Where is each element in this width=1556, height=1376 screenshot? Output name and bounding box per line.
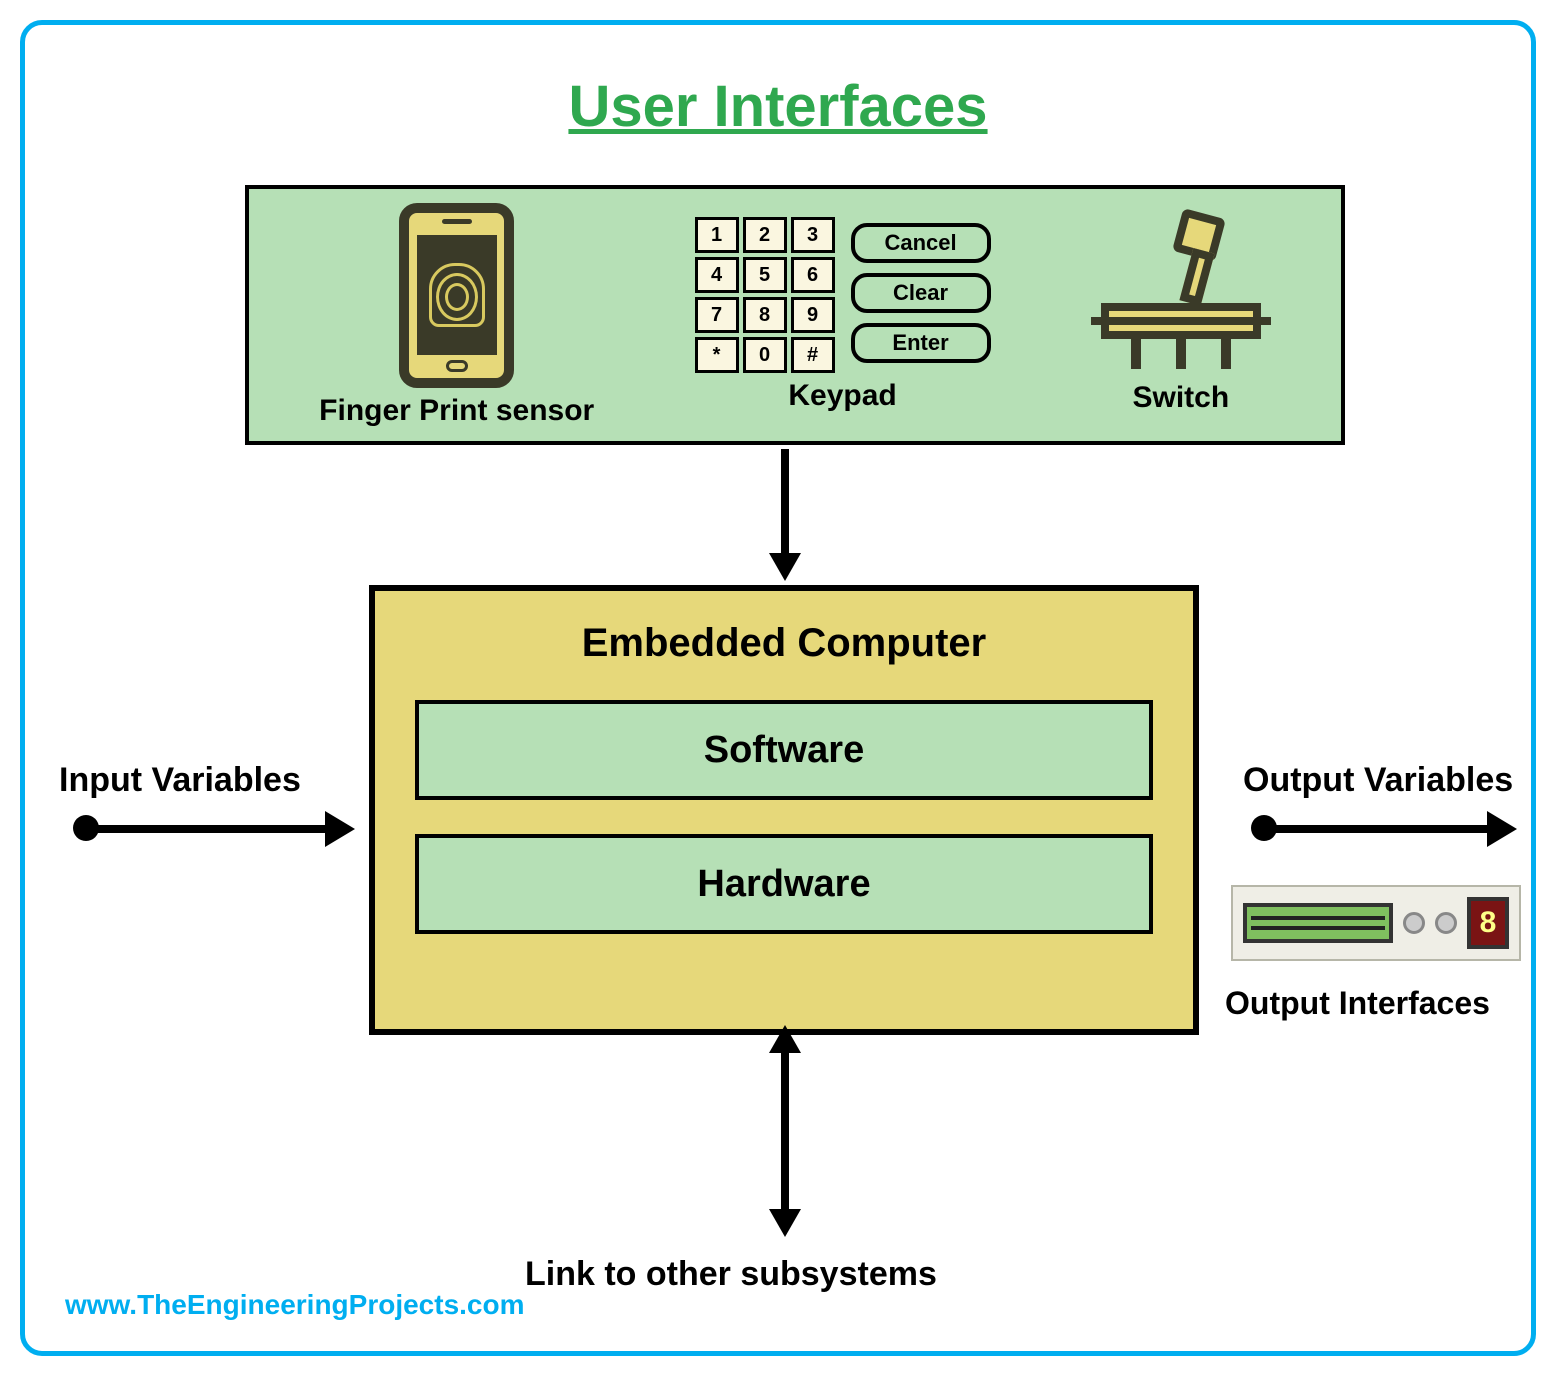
arrow-output [1263, 825, 1493, 833]
hardware-layer: Hardware [415, 834, 1153, 934]
embedded-computer-box: Embedded Computer Software Hardware [369, 585, 1199, 1035]
arrow-link-subsystems [781, 1045, 789, 1215]
arrow-head-right-icon [325, 811, 355, 847]
keypad-key: 0 [743, 337, 787, 373]
credit-link[interactable]: www.TheEngineeringProjects.com [65, 1289, 525, 1321]
keypad-label: Keypad [788, 379, 896, 413]
switch-block: Switch [1091, 215, 1271, 415]
switch-label: Switch [1133, 381, 1230, 415]
keypad-key: * [695, 337, 739, 373]
knob-icon [1403, 912, 1425, 934]
diagram-title: User Interfaces [25, 73, 1531, 140]
keypad-key: 7 [695, 297, 739, 333]
keypad-clear: Clear [851, 273, 991, 313]
keypad-key: 2 [743, 217, 787, 253]
output-variables-label: Output Variables [1243, 761, 1513, 800]
output-interfaces-label: Output Interfaces [1225, 985, 1490, 1022]
keypad-key: # [791, 337, 835, 373]
keypad-key: 6 [791, 257, 835, 293]
keypad-block: 1 2 3 4 5 6 7 8 9 * 0 # Cancel Clear Ent… [695, 217, 991, 413]
arrow-head-down-icon [769, 553, 801, 581]
keypad-key: 3 [791, 217, 835, 253]
keypad-key: 1 [695, 217, 739, 253]
keypad-icon: 1 2 3 4 5 6 7 8 9 * 0 # Cancel Clear Ent… [695, 217, 991, 373]
fingerprint-sensor-block: Finger Print sensor [319, 203, 594, 428]
seven-segment-icon: 8 [1467, 897, 1509, 949]
keypad-key: 5 [743, 257, 787, 293]
keypad-enter: Enter [851, 323, 991, 363]
phone-icon [399, 203, 514, 388]
knob-icon [1435, 912, 1457, 934]
switch-icon [1091, 215, 1271, 375]
embedded-title: Embedded Computer [415, 621, 1153, 666]
keypad-key: 4 [695, 257, 739, 293]
output-interface-device-icon: 8 [1231, 885, 1521, 961]
keypad-cancel: Cancel [851, 223, 991, 263]
arrow-input [85, 825, 330, 833]
arrow-head-down-icon [769, 1209, 801, 1237]
arrow-ui-to-embedded [781, 449, 789, 559]
software-layer: Software [415, 700, 1153, 800]
fingerprint-label: Finger Print sensor [319, 394, 594, 428]
fingerprint-icon [429, 263, 485, 327]
link-subsystems-label: Link to other subsystems [525, 1255, 937, 1294]
input-variables-label: Input Variables [59, 761, 301, 800]
keypad-key: 9 [791, 297, 835, 333]
arrow-head-right-icon [1487, 811, 1517, 847]
user-interface-panel: Finger Print sensor 1 2 3 4 5 6 7 8 9 * … [245, 185, 1345, 445]
diagram-frame: User Interfaces Finger Print sensor 1 2 … [20, 20, 1536, 1356]
lcd-icon [1243, 903, 1393, 943]
keypad-key: 8 [743, 297, 787, 333]
